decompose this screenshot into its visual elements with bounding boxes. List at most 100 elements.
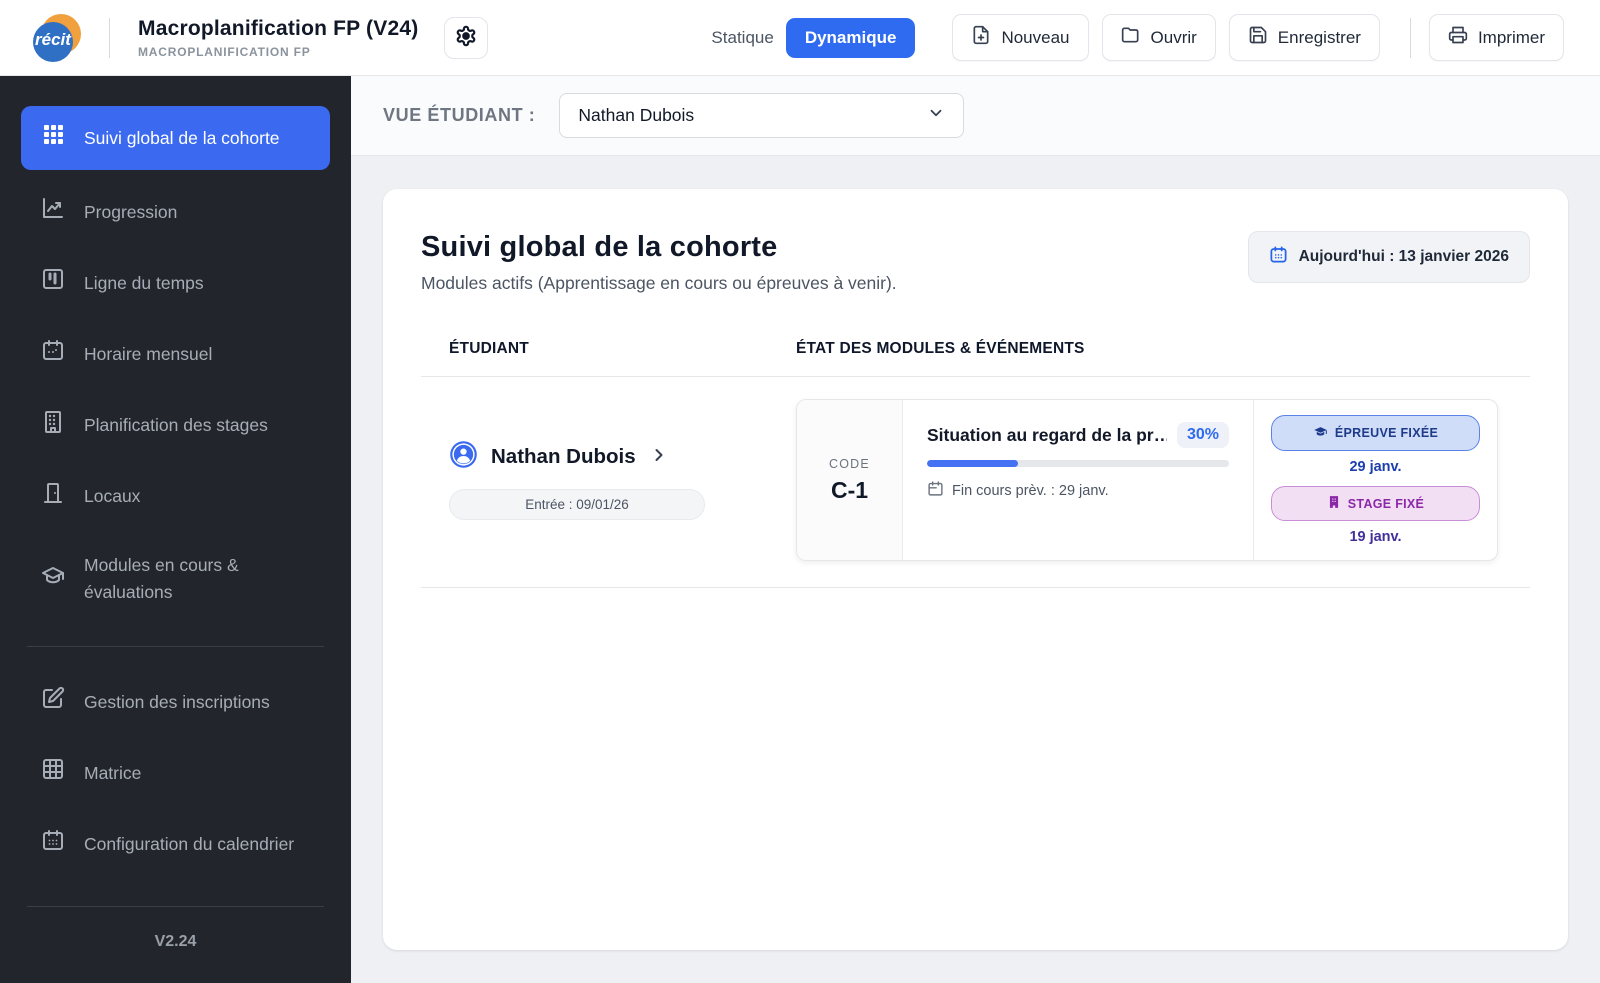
epreuve-date: 29 janv. xyxy=(1349,459,1401,475)
sidebar-item-modules-evaluations[interactable]: Modules en cours & évaluations xyxy=(21,539,330,619)
progress-bar-fill xyxy=(927,460,1018,467)
header-separator xyxy=(1410,18,1411,58)
app-subtitle: MACROPLANIFICATION FP xyxy=(138,45,418,59)
module-events: ÉPREUVE FIXÉE 29 janv. STAGE xyxy=(1253,400,1497,560)
line-chart-icon xyxy=(41,196,65,228)
module-title: Situation au regard de la pr… xyxy=(927,425,1167,446)
sidebar-footer: V2.24 xyxy=(21,906,330,965)
building-icon xyxy=(41,410,65,442)
student-view-toolbar: VUE ÉTUDIANT : Nathan Dubois xyxy=(351,76,1600,156)
sidebar-divider xyxy=(27,646,324,647)
graduation-cap-small-icon xyxy=(1313,424,1328,442)
new-button-label: Nouveau xyxy=(1001,28,1069,48)
sidebar-item-label: Suivi global de la cohorte xyxy=(84,125,280,152)
column-header-state: ÉTAT DES MODULES & ÉVÉNEMENTS xyxy=(796,340,1530,358)
table-row: Nathan Dubois Entrée : 09/01/26 CODE C-1 xyxy=(421,377,1530,588)
student-name: Nathan Dubois xyxy=(491,445,636,469)
app-version: V2.24 xyxy=(21,933,330,965)
student-cell: Nathan Dubois Entrée : 09/01/26 xyxy=(449,440,796,520)
app-title: Macroplanification FP (V24) xyxy=(138,17,418,41)
sidebar-item-label: Locaux xyxy=(84,483,140,510)
sidebar-item-ligne-du-temps[interactable]: Ligne du temps xyxy=(21,254,330,312)
student-select-value: Nathan Dubois xyxy=(578,105,694,126)
open-button[interactable]: Ouvrir xyxy=(1102,14,1216,61)
column-header-student: ÉTUDIANT xyxy=(449,340,796,358)
graduation-cap-icon xyxy=(41,563,65,595)
epreuve-badge: ÉPREUVE FIXÉE xyxy=(1271,415,1480,451)
page-title: Suivi global de la cohorte xyxy=(421,231,897,264)
mode-static-button[interactable]: Statique xyxy=(699,19,785,57)
calendar-icon xyxy=(41,338,65,370)
sidebar-item-gestion-inscriptions[interactable]: Gestion des inscriptions xyxy=(21,673,330,731)
sidebar-item-locaux[interactable]: Locaux xyxy=(21,468,330,526)
entry-date-pill: Entrée : 09/01/26 xyxy=(449,489,705,520)
calendar-small-icon xyxy=(927,480,944,501)
gear-icon xyxy=(455,25,477,50)
sidebar-item-horaire-mensuel[interactable]: Horaire mensuel xyxy=(21,325,330,383)
student-select[interactable]: Nathan Dubois xyxy=(559,93,964,138)
module-end-date: Fin cours prèv. : 29 janv. xyxy=(952,483,1109,499)
chevron-down-icon xyxy=(927,104,945,127)
progress-percentage: 30% xyxy=(1177,422,1229,448)
module-code: C-1 xyxy=(831,477,868,504)
new-button[interactable]: Nouveau xyxy=(952,14,1088,61)
header-divider xyxy=(109,18,110,58)
sidebar-footer-divider xyxy=(27,906,324,907)
print-button-label: Imprimer xyxy=(1478,28,1545,48)
page-subtitle: Modules actifs (Apprentissage en cours o… xyxy=(421,273,897,294)
avatar xyxy=(449,440,478,474)
sidebar-item-progression[interactable]: Progression xyxy=(21,183,330,241)
sidebar-item-label: Modules en cours & évaluations xyxy=(84,552,316,606)
settings-button[interactable] xyxy=(444,17,488,59)
open-button-label: Ouvrir xyxy=(1151,28,1197,48)
logo-text: récit xyxy=(35,30,71,50)
printer-icon xyxy=(1448,25,1468,50)
epreuve-badge-label: ÉPREUVE FIXÉE xyxy=(1335,426,1438,440)
stage-date: 19 janv. xyxy=(1349,529,1401,545)
save-icon xyxy=(1248,25,1268,50)
chevron-right-icon[interactable] xyxy=(649,445,669,470)
stage-badge: STAGE FIXÉ xyxy=(1271,486,1480,521)
sidebar-item-label: Configuration du calendrier xyxy=(84,831,294,858)
building-small-icon xyxy=(1327,495,1341,512)
sidebar: Suivi global de la cohorte Progression L… xyxy=(0,76,351,983)
calendar-blue-icon xyxy=(1269,245,1288,269)
calendar-config-icon xyxy=(41,828,65,860)
sidebar-item-suivi-global[interactable]: Suivi global de la cohorte xyxy=(21,106,330,170)
table-icon xyxy=(41,757,65,789)
module-state-cell: CODE C-1 Situation au regard de la pr… 3… xyxy=(796,399,1530,561)
print-button[interactable]: Imprimer xyxy=(1429,14,1564,61)
sidebar-item-label: Gestion des inscriptions xyxy=(84,689,270,716)
sidebar-item-configuration-calendrier[interactable]: Configuration du calendrier xyxy=(21,815,330,873)
file-plus-icon xyxy=(971,25,991,50)
sidebar-item-label: Progression xyxy=(84,199,177,226)
stage-badge-label: STAGE FIXÉ xyxy=(1348,497,1424,511)
timeline-icon xyxy=(41,267,65,299)
sidebar-item-label: Matrice xyxy=(84,760,141,787)
grid-icon xyxy=(41,122,65,154)
sidebar-item-label: Ligne du temps xyxy=(84,270,204,297)
edit-icon xyxy=(41,686,65,718)
module-code-block: CODE C-1 xyxy=(797,400,903,560)
sidebar-item-matrice[interactable]: Matrice xyxy=(21,744,330,802)
recit-logo: récit xyxy=(33,14,81,62)
save-button[interactable]: Enregistrer xyxy=(1229,14,1380,61)
mode-dynamic-button[interactable]: Dynamique xyxy=(786,18,916,58)
door-icon xyxy=(41,481,65,513)
progress-bar xyxy=(927,460,1229,467)
cohort-card: Suivi global de la cohorte Modules actif… xyxy=(383,189,1568,950)
mode-toggle: Statique Dynamique xyxy=(699,18,915,58)
save-button-label: Enregistrer xyxy=(1278,28,1361,48)
app-header: récit Macroplanification FP (V24) MACROP… xyxy=(0,0,1600,76)
sidebar-item-label: Horaire mensuel xyxy=(84,341,212,368)
sidebar-item-planification-stages[interactable]: Planification des stages xyxy=(21,397,330,455)
student-view-label: VUE ÉTUDIANT : xyxy=(383,105,535,126)
today-badge: Aujourd'hui : 13 janvier 2026 xyxy=(1248,231,1530,283)
table-header: ÉTUDIANT ÉTAT DES MODULES & ÉVÉNEMENTS xyxy=(421,340,1530,377)
sidebar-item-label: Planification des stages xyxy=(84,412,268,439)
folder-icon xyxy=(1121,25,1141,50)
main-area: Suivi global de la cohorte Modules actif… xyxy=(351,156,1600,983)
module-card[interactable]: CODE C-1 Situation au regard de la pr… 3… xyxy=(796,399,1498,561)
today-badge-label: Aujourd'hui : 13 janvier 2026 xyxy=(1299,248,1509,266)
module-code-label: CODE xyxy=(829,457,870,471)
